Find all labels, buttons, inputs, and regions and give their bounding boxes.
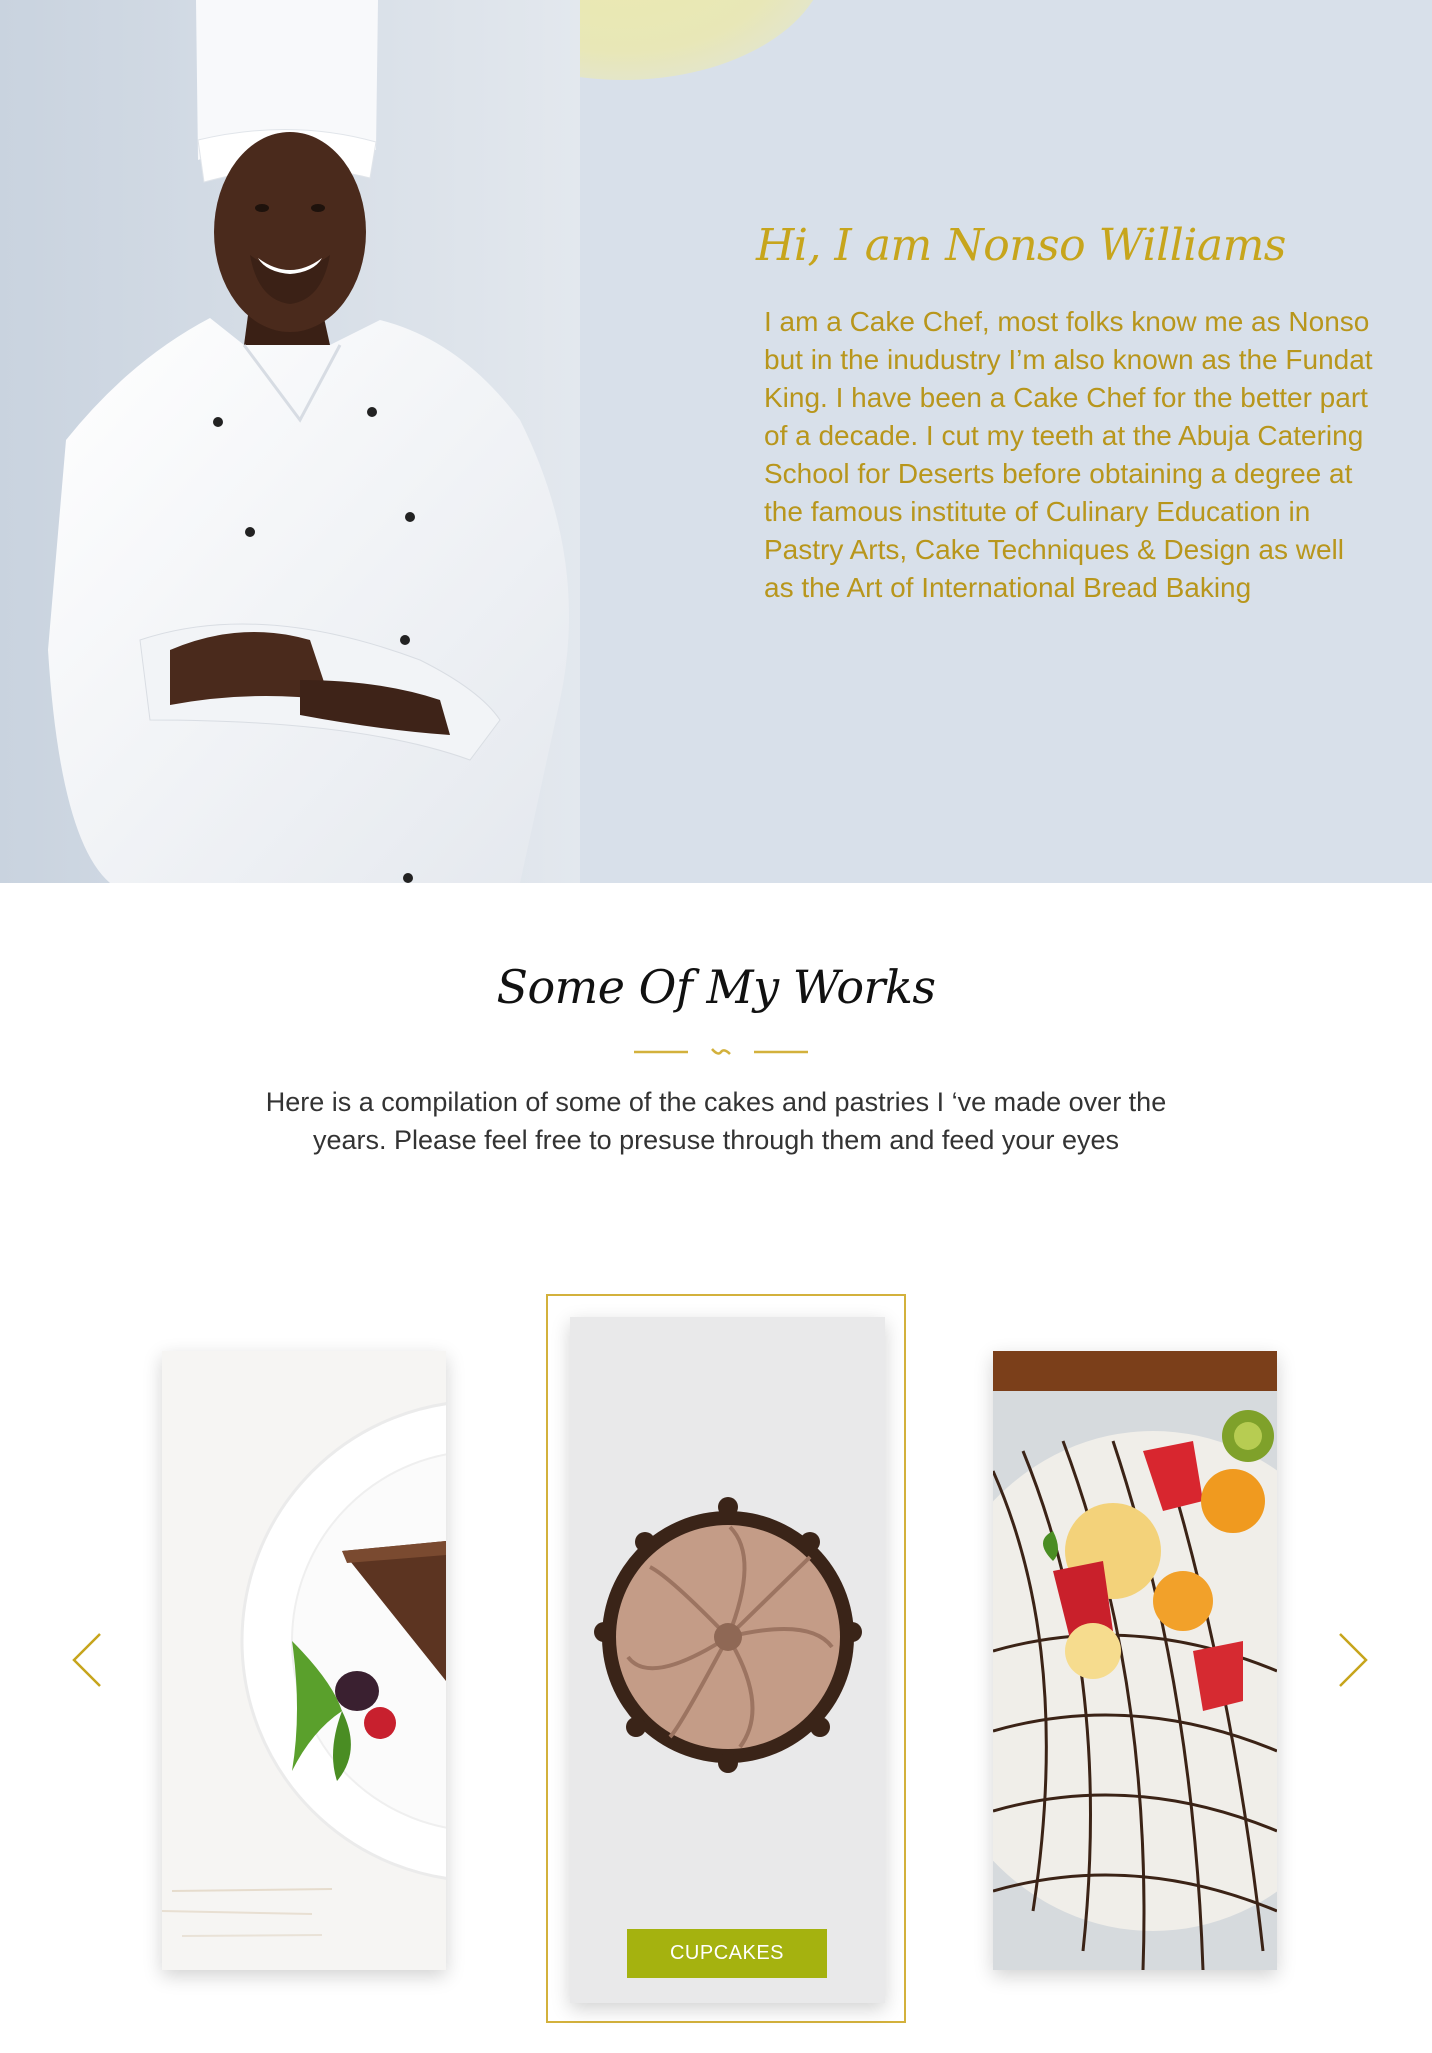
- chef-photo: [0, 0, 580, 883]
- hero-title: Hi, I am Nonso Williams: [756, 220, 1286, 271]
- works-description: Here is a compilation of some of the cak…: [265, 1087, 1167, 1155]
- carousel-slide-active[interactable]: [570, 1317, 885, 2003]
- carousel-slide[interactable]: [162, 1351, 446, 1970]
- cupcake-photo: [570, 1317, 885, 2003]
- chevron-right-icon[interactable]: [1336, 1632, 1370, 1688]
- hero-section: Hi, I am Nonso Williams I am a Cake Chef…: [0, 0, 1432, 883]
- tart-photo: [162, 1351, 446, 1970]
- carousel-slide[interactable]: [993, 1351, 1277, 1970]
- category-button[interactable]: CUPCAKES: [627, 1929, 827, 1978]
- swirl-divider-icon: [634, 1048, 808, 1055]
- hero-bio: I am a Cake Chef, most folks know me as …: [764, 306, 1373, 603]
- chevron-left-icon[interactable]: [70, 1632, 104, 1688]
- works-title: Some Of My Works: [496, 960, 936, 1014]
- fruit-cake-photo: [993, 1351, 1277, 1970]
